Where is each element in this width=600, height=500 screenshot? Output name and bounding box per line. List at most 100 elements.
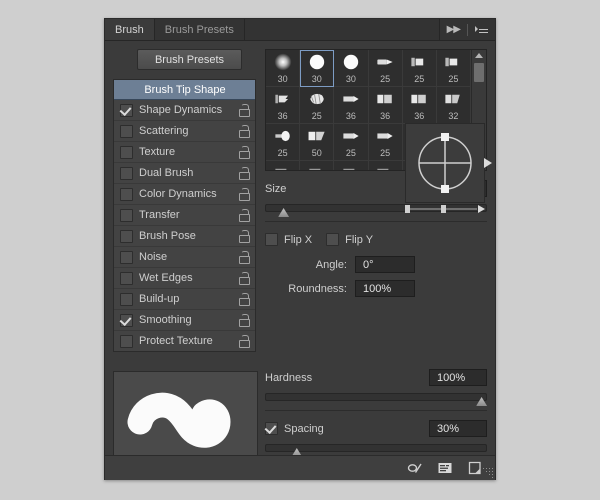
brush-option-label: Brush Tip Shape [144, 84, 225, 96]
flip-x-checkbox[interactable] [265, 233, 278, 246]
lock-icon[interactable] [239, 125, 250, 137]
hardness-slider[interactable] [265, 393, 487, 401]
panel-menu-icon[interactable] [475, 25, 488, 34]
lock-icon[interactable] [239, 335, 250, 347]
brush-option-protect-texture[interactable]: Protect Texture [114, 331, 255, 351]
tab-brush[interactable]: Brush [105, 19, 155, 40]
brush-tip-size-label: 25 [266, 148, 299, 158]
brush-option-checkbox[interactable] [120, 293, 133, 306]
angle-value-field[interactable]: 0° [355, 256, 415, 273]
lock-icon[interactable] [239, 188, 250, 200]
brush-option-noise[interactable]: Noise [114, 247, 255, 268]
brush-option-checkbox[interactable] [120, 104, 133, 117]
lock-icon[interactable] [239, 272, 250, 284]
brush-option-shape-dynamics[interactable]: Shape Dynamics [114, 100, 255, 121]
brush-option-build-up[interactable]: Build-up [114, 289, 255, 310]
brush-tip-cell[interactable]: 30 [334, 50, 368, 87]
brush-tip-cell[interactable]: 25 [369, 124, 403, 161]
brush-tip-cell[interactable]: 25 [300, 87, 334, 124]
brush-option-checkbox[interactable] [120, 146, 133, 159]
brush-option-checkbox[interactable] [120, 272, 133, 285]
brush-tip-cell[interactable]: 36 [266, 87, 300, 124]
roundness-value-field[interactable]: 100% [355, 280, 415, 297]
dial-track-pointer-icon[interactable] [478, 205, 485, 213]
brush-tip-icon [306, 89, 328, 109]
brush-option-checkbox[interactable] [120, 188, 133, 201]
brush-option-header-brush-tip-shape[interactable]: Brush Tip Shape [114, 80, 255, 100]
brush-option-label: Texture [139, 146, 239, 158]
tab-brush-presets-label: Brush Presets [165, 24, 234, 36]
dial-angle-track[interactable] [405, 205, 485, 212]
brush-option-texture[interactable]: Texture [114, 142, 255, 163]
brush-option-label: Brush Pose [139, 230, 239, 242]
brush-tip-size-label: 30 [300, 74, 333, 84]
hardness-value-field[interactable]: 100% [429, 369, 487, 386]
spacing-checkbox[interactable] [265, 422, 278, 435]
flip-x-control[interactable]: Flip X [265, 233, 312, 246]
brush-tip-cell[interactable]: 25 [334, 124, 368, 161]
brush-tip-cell[interactable]: 36 [369, 87, 403, 124]
size-slider-handle[interactable] [278, 208, 289, 217]
brush-option-transfer[interactable]: Transfer [114, 205, 255, 226]
brush-tip-cell[interactable]: 30 [266, 50, 300, 87]
brush-tip-cell[interactable]: 50 [369, 161, 403, 170]
brush-presets-button[interactable]: Brush Presets [137, 49, 242, 70]
spacing-value-field[interactable]: 30% [429, 420, 487, 437]
brush-tip-cell[interactable]: 36 [403, 87, 437, 124]
brush-tip-size-label: 30 [266, 74, 299, 84]
brush-tip-cell[interactable]: 25 [266, 161, 300, 170]
angle-roundness-dial[interactable] [405, 123, 485, 203]
lock-icon[interactable] [239, 251, 250, 263]
brush-option-wet-edges[interactable]: Wet Edges [114, 268, 255, 289]
flip-y-control[interactable]: Flip Y [326, 233, 373, 246]
brush-option-scattering[interactable]: Scattering [114, 121, 255, 142]
brush-option-checkbox[interactable] [120, 230, 133, 243]
brush-option-checkbox[interactable] [120, 251, 133, 264]
brush-option-smoothing[interactable]: Smoothing [114, 310, 255, 331]
flip-y-checkbox[interactable] [326, 233, 339, 246]
collapse-to-icons-icon[interactable]: ▶▶ [447, 24, 460, 35]
lock-icon[interactable] [239, 167, 250, 179]
brush-tip-cell[interactable]: 50 [300, 161, 334, 170]
brush-tip-cell[interactable]: 50 [300, 124, 334, 161]
brush-tip-cell[interactable]: 25 [369, 50, 403, 87]
brush-tip-size-label: 25 [369, 74, 402, 84]
lock-icon[interactable] [239, 104, 250, 116]
brush-option-label: Wet Edges [139, 272, 239, 284]
brush-tip-cell[interactable]: 50 [334, 161, 368, 170]
brush-option-checkbox[interactable] [120, 167, 133, 180]
lock-icon[interactable] [239, 293, 250, 305]
brush-option-checkbox[interactable] [120, 125, 133, 138]
brush-option-label: Build-up [139, 293, 239, 305]
scrollbar-thumb[interactable] [474, 63, 484, 82]
brush-tip-cell[interactable]: 25 [403, 50, 437, 87]
brush-tip-cell[interactable]: 36 [334, 87, 368, 124]
brush-option-checkbox[interactable] [120, 314, 133, 327]
open-preset-manager-icon[interactable] [437, 461, 453, 475]
angle-row: Angle: 0° [265, 256, 415, 273]
scroll-up-icon[interactable] [475, 53, 483, 58]
brush-tip-icon [272, 163, 294, 170]
spacing-slider[interactable] [265, 444, 487, 452]
lock-icon[interactable] [239, 146, 250, 158]
lock-icon[interactable] [239, 209, 250, 221]
tab-brush-presets[interactable]: Brush Presets [155, 19, 245, 40]
brush-tip-cell[interactable]: 32 [437, 87, 471, 124]
brush-option-dual-brush[interactable]: Dual Brush [114, 163, 255, 184]
brush-tip-cell[interactable]: 30 [300, 50, 334, 87]
resize-grip[interactable] [484, 469, 493, 478]
spacing-row: Spacing 30% [265, 420, 487, 437]
brush-option-checkbox[interactable] [120, 209, 133, 222]
dial-angle-pointer-icon[interactable] [484, 158, 492, 168]
toggle-brush-options-icon[interactable] [407, 461, 423, 475]
lock-icon[interactable] [239, 230, 250, 242]
hardness-slider-handle[interactable] [476, 397, 487, 406]
brush-option-checkbox[interactable] [120, 335, 133, 348]
brush-tip-cell[interactable]: 25 [437, 50, 471, 87]
brush-option-color-dynamics[interactable]: Color Dynamics [114, 184, 255, 205]
lock-icon[interactable] [239, 314, 250, 326]
angle-label: Angle: [316, 259, 347, 271]
brush-option-brush-pose[interactable]: Brush Pose [114, 226, 255, 247]
create-new-brush-icon[interactable] [467, 461, 483, 475]
brush-tip-cell[interactable]: 25 [266, 124, 300, 161]
